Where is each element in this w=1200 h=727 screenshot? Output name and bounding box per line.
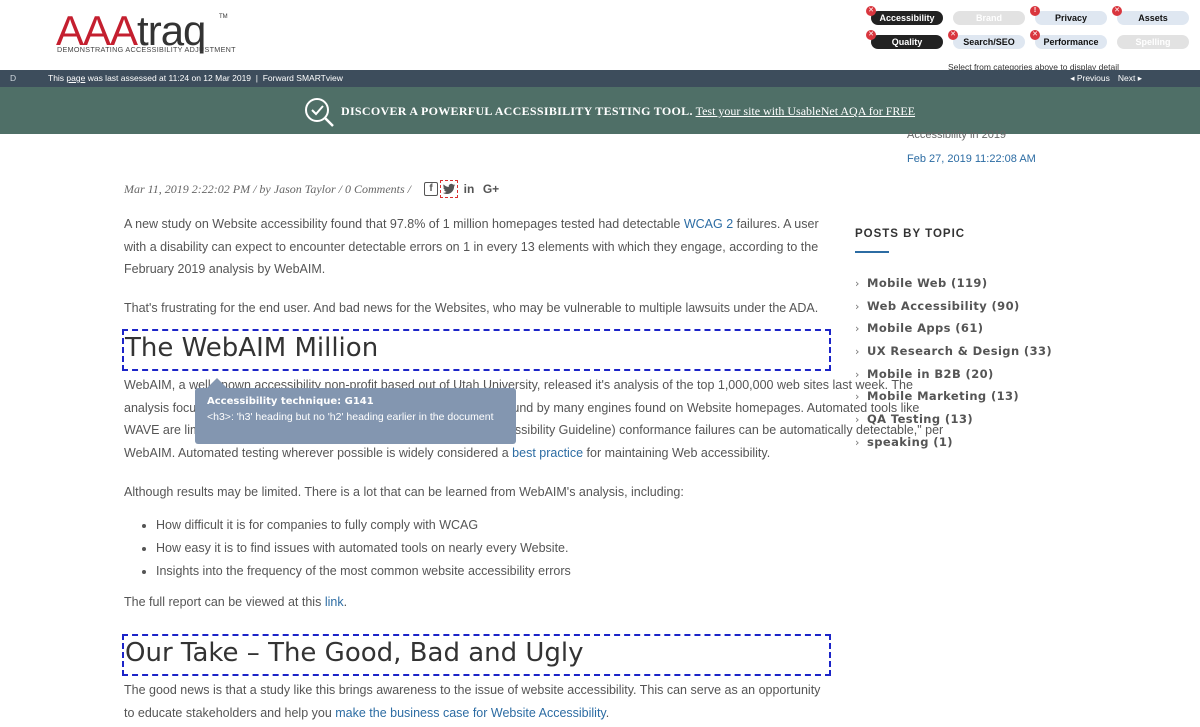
- category-brand[interactable]: Brand: [953, 11, 1025, 25]
- topic-label: Mobile Web (119): [867, 276, 988, 290]
- topic-label: Mobile Apps (61): [867, 321, 984, 336]
- list-item: How difficult it is for companies to ful…: [142, 514, 832, 537]
- chevron-right-icon: ›: [855, 277, 860, 290]
- good-news-period: .: [605, 705, 610, 720]
- error-x-icon: ✕: [866, 6, 876, 16]
- report-paragraph: The full report can be viewed at this li…: [124, 591, 834, 614]
- heading-text: The WebAIM Million: [125, 333, 379, 363]
- assessment-toolbar: D This page was last assessed at 11:24 o…: [0, 70, 1200, 87]
- accessibility-technique-tooltip: Accessibility technique: G141 <h3>: 'h3'…: [195, 378, 516, 444]
- best-practice-link[interactable]: best practice: [512, 446, 583, 460]
- business-case-link[interactable]: make the business case for Website Acces…: [335, 706, 606, 720]
- error-x-icon: ✕: [948, 30, 958, 40]
- google-plus-icon[interactable]: G+: [482, 182, 500, 196]
- topic-item[interactable]: › Mobile Web (119): [855, 272, 1155, 295]
- list-item: How easy it is to find issues with autom…: [142, 537, 832, 560]
- posts-by-topic-heading: POSTS BY TOPIC: [855, 228, 966, 240]
- recent-post-date: Feb 27, 2019 11:22:08 AM: [907, 153, 1036, 165]
- intro-text-a: A new study on Website accessibility fou…: [124, 217, 684, 231]
- report-text: The full report can be viewed at this: [124, 595, 325, 609]
- page-link[interactable]: page: [66, 73, 85, 83]
- heading-underline: [855, 251, 889, 253]
- toolbar-d-marker[interactable]: D: [10, 70, 16, 87]
- app-header: AAAtraq TM DEMONSTRATING ACCESSIBILITY A…: [0, 0, 1200, 72]
- chevron-right-icon: ›: [855, 299, 860, 313]
- assessment-info: This page was last assessed at 11:24 on …: [48, 70, 343, 87]
- twitter-icon[interactable]: [440, 180, 458, 198]
- next-button[interactable]: Next ▸: [1118, 73, 1142, 83]
- aaatraq-logo[interactable]: AAAtraq TM DEMONSTRATING ACCESSIBILITY A…: [56, 10, 236, 56]
- post-meta: Mar 11, 2019 2:22:02 PM / by Jason Taylo…: [124, 182, 411, 196]
- info-suffix: was last assessed at 11:24 on 12 Mar 201…: [85, 73, 252, 83]
- category-privacy[interactable]: Privacy: [1035, 11, 1107, 25]
- webaim-line: WebAIM. Automated testing wherever possi…: [124, 442, 834, 465]
- promo-banner: DISCOVER A POWERFUL ACCESSIBILITY TESTIN…: [0, 87, 1200, 134]
- logo-tagline: DEMONSTRATING ACCESSIBILITY ADJUSTMENT: [57, 45, 236, 54]
- banner-text: DISCOVER A POWERFUL ACCESSIBILITY TESTIN…: [341, 104, 915, 119]
- error-x-icon: ✕: [1112, 6, 1122, 16]
- heading-text: Our Take – The Good, Bad and Ugly: [125, 638, 584, 668]
- chevron-right-icon: ›: [855, 345, 860, 359]
- facebook-icon[interactable]: f: [424, 182, 438, 196]
- linkedin-icon[interactable]: in: [462, 182, 476, 196]
- topic-item[interactable]: › Mobile Apps (61): [855, 317, 1155, 340]
- list-item: Insights into the frequency of the most …: [142, 560, 832, 583]
- page-navigation: ◂ Previous Next ▸: [1062, 70, 1142, 87]
- category-selector: Accessibility ✕ Brand Privacy ! Assets ✕…: [864, 6, 1200, 72]
- category-spelling[interactable]: Spelling: [1117, 35, 1189, 49]
- topic-item[interactable]: › UX Research & Design (33): [855, 340, 1155, 363]
- banner-headline: DISCOVER A POWERFUL ACCESSIBILITY TESTIN…: [341, 104, 693, 118]
- report-link[interactable]: link: [325, 595, 344, 609]
- heading-webaim-million: The WebAIM Million: [122, 329, 831, 371]
- topic-item[interactable]: › Web Accessibility (90): [855, 295, 1155, 318]
- category-performance[interactable]: Performance: [1035, 35, 1107, 49]
- webaim-text: WebAIM. Automated testing wherever possi…: [124, 445, 513, 460]
- logo-trademark: TM: [219, 14, 228, 20]
- findings-list: How difficult it is for companies to ful…: [142, 514, 832, 583]
- chevron-right-icon: ›: [855, 322, 860, 336]
- error-x-icon: ✕: [1030, 30, 1040, 40]
- magnifier-check-icon: [305, 98, 334, 127]
- intro-paragraph: A new study on Website accessibility fou…: [124, 213, 834, 281]
- heading-our-take: Our Take – The Good, Bad and Ugly: [122, 634, 831, 676]
- category-accessibility[interactable]: Accessibility: [871, 11, 943, 25]
- second-paragraph: That's frustrating for the end user. And…: [124, 301, 819, 315]
- tooltip-body: <h3>: 'h3' heading but no 'h2' heading e…: [207, 411, 494, 423]
- previous-button[interactable]: ◂ Previous: [1070, 73, 1110, 83]
- wcag2-link[interactable]: WCAG 2: [684, 217, 733, 231]
- error-x-icon: ✕: [866, 30, 876, 40]
- tooltip-title: Accessibility technique: G141: [207, 396, 374, 407]
- good-news-paragraph: The good news is that a study like this …: [124, 679, 834, 724]
- findings-intro: Although results may be limited. There i…: [124, 485, 684, 499]
- warning-exclamation-icon: !: [1030, 6, 1040, 16]
- forward-smartview-link[interactable]: Forward SMARTview: [263, 73, 343, 83]
- category-quality[interactable]: Quality: [871, 35, 943, 49]
- category-assets[interactable]: Assets: [1117, 11, 1189, 25]
- topic-label: UX Research & Design (33): [867, 344, 1053, 359]
- twitter-bird-glyph: [442, 183, 456, 194]
- report-period: .: [343, 595, 348, 609]
- topic-label: Web Accessibility (90): [867, 298, 1020, 313]
- recent-post-title[interactable]: Accessibility in 2019: [907, 129, 1006, 141]
- category-search-seo[interactable]: Search/SEO: [953, 35, 1025, 49]
- info-prefix: This: [48, 73, 67, 83]
- toolbar-separator: |: [255, 73, 258, 83]
- banner-cta-link[interactable]: Test your site with UsableNet AQA for FR…: [696, 104, 915, 118]
- webaim-text: for maintaining Web accessibility.: [583, 445, 771, 460]
